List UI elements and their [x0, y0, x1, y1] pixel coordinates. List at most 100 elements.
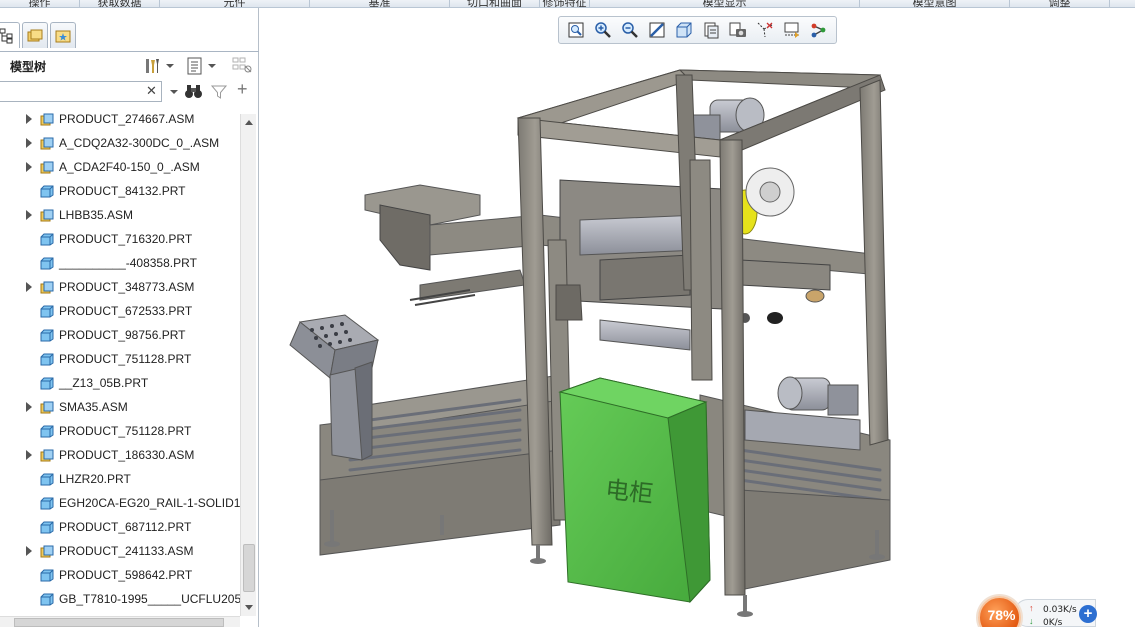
tree-item-label: PRODUCT_84132.PRT	[59, 184, 186, 198]
model-viewport[interactable]: 电柜	[260, 48, 1135, 627]
datum-display-button[interactable]	[778, 18, 805, 42]
refit-button[interactable]	[562, 18, 589, 42]
ribbon-group-component[interactable]: 元件	[160, 0, 310, 7]
tree-item[interactable]: PRODUCT_672533.PRT	[0, 299, 240, 323]
tree-item[interactable]: LHZR20.PRT	[0, 467, 240, 491]
chevron-down-icon[interactable]	[170, 90, 178, 94]
tree-item[interactable]: PRODUCT_598642.PRT	[0, 563, 240, 587]
tree-item[interactable]: PRODUCT_186330.ASM	[0, 443, 240, 467]
tree-item[interactable]: PRODUCT_751128.PRT	[0, 347, 240, 371]
tree-search-input[interactable]	[0, 81, 162, 102]
navigator-tabs	[0, 22, 259, 52]
add-icon[interactable]: +	[1079, 605, 1097, 623]
tree-search-row: ✕ +	[0, 79, 258, 103]
speed-gauge[interactable]: 78%	[978, 596, 1021, 627]
ribbon-group-model-display[interactable]: 模型显示	[590, 0, 860, 7]
expand-arrow-icon[interactable]	[26, 114, 32, 124]
tree-item[interactable]: GB_T7810-1995_____UCFLU205	[0, 587, 240, 611]
part-icon	[40, 185, 54, 197]
download-speed: 0K/s	[1043, 618, 1063, 627]
tree-settings-button[interactable]	[142, 56, 174, 76]
view-manager-button[interactable]	[724, 18, 751, 42]
tree-item[interactable]: __Z13_05B.PRT	[0, 371, 240, 395]
filter-icon[interactable]	[210, 83, 228, 101]
zoom-out-button[interactable]	[616, 18, 643, 42]
tree-item-label: GB_T7810-1995_____UCFLU205	[59, 592, 240, 606]
expand-arrow-icon[interactable]	[26, 162, 32, 172]
expand-arrow-icon[interactable]	[26, 402, 32, 412]
expand-arrow-icon[interactable]	[26, 546, 32, 556]
perspective-button[interactable]	[751, 18, 778, 42]
assembly-icon	[40, 401, 54, 413]
cabinet-label: 电柜	[604, 475, 655, 508]
tree-columns-icon	[232, 57, 252, 73]
part-icon	[40, 257, 54, 269]
saved-orientations-button[interactable]	[697, 18, 724, 42]
control-panel	[289, 314, 380, 461]
tree-item-label: __________-408358.PRT	[59, 256, 197, 270]
tree-vertical-scrollbar[interactable]	[240, 114, 256, 616]
repaint-icon	[649, 22, 664, 38]
tree-item[interactable]: A_CDQ2A32-300DC_0_.ASM	[0, 131, 240, 155]
ribbon-group-adjust[interactable]: 调整	[1010, 0, 1110, 7]
expand-arrow-icon[interactable]	[26, 282, 32, 292]
scroll-thumb[interactable]	[243, 544, 255, 592]
saved-orientations-icon	[704, 22, 718, 39]
hscroll-thumb[interactable]	[14, 618, 224, 627]
tree-item-label: A_CDQ2A32-300DC_0_.ASM	[59, 136, 220, 150]
tab-favorites[interactable]	[50, 22, 76, 48]
tree-item[interactable]: EGH20CA-EG20_RAIL-1-SOLID1	[0, 491, 240, 515]
part-icon	[40, 497, 54, 509]
tab-divider	[0, 51, 259, 52]
close-icon[interactable]: ✕	[146, 84, 157, 98]
ribbon-group-get-data[interactable]: 获取数据	[80, 0, 160, 7]
ribbon-group-operations[interactable]: 操作	[0, 0, 80, 7]
tree-item-label: PRODUCT_186330.ASM	[59, 448, 195, 462]
model-tree-list: PRODUCT_274667.ASM A_CDQ2A32-300DC_0_.ASM…	[0, 107, 240, 617]
datum-display-icon	[784, 22, 799, 38]
display-style-button[interactable]	[670, 18, 697, 42]
part-icon	[40, 593, 54, 605]
graphics-toolbar	[558, 16, 837, 44]
expand-arrow-icon[interactable]	[26, 450, 32, 460]
add-icon[interactable]: +	[237, 79, 248, 99]
assembly-icon	[40, 137, 54, 149]
tree-item[interactable]: PRODUCT_348773.ASM	[0, 275, 240, 299]
tree-item[interactable]: PRODUCT_716320.PRT	[0, 227, 240, 251]
upload-speed: 0.03K/s	[1043, 605, 1077, 615]
tree-item-label: PRODUCT_751128.PRT	[59, 424, 192, 438]
tree-item[interactable]: __________-408358.PRT	[0, 251, 240, 275]
tree-horizontal-scrollbar[interactable]	[0, 616, 240, 627]
navigator-panel: 模型树 ✕ + PRODUCT_274667.ASM A_CDQ2A32-300D…	[0, 8, 259, 627]
tree-item-label: LHBB35.ASM	[59, 208, 134, 222]
tree-item[interactable]: LHBB35.ASM	[0, 203, 240, 227]
tab-folder-browser[interactable]	[22, 22, 48, 48]
tree-item[interactable]: PRODUCT_84132.PRT	[0, 179, 240, 203]
tab-model-tree[interactable]	[0, 22, 20, 48]
scroll-down-icon[interactable]	[241, 600, 257, 616]
zoom-in-button[interactable]	[589, 18, 616, 42]
spin-center-button[interactable]	[805, 18, 832, 42]
view-manager-icon	[729, 22, 746, 37]
ribbon-group-datum[interactable]: 基准	[310, 0, 450, 7]
scroll-up-icon[interactable]	[241, 114, 257, 130]
tree-item[interactable]: PRODUCT_241133.ASM	[0, 539, 240, 563]
tree-item[interactable]: PRODUCT_751128.PRT	[0, 419, 240, 443]
tree-item[interactable]: PRODUCT_274667.ASM	[0, 107, 240, 131]
tools-icon	[146, 59, 159, 73]
find-binoculars-icon[interactable]	[184, 83, 204, 101]
tree-item[interactable]: SMA35.ASM	[0, 395, 240, 419]
tree-item[interactable]: A_CDA2F40-150_0_.ASM	[0, 155, 240, 179]
tree-filters-button[interactable]	[232, 56, 254, 76]
expand-arrow-icon[interactable]	[26, 138, 32, 148]
tree-item[interactable]: PRODUCT_98756.PRT	[0, 323, 240, 347]
tree-item[interactable]: PRODUCT_687112.PRT	[0, 515, 240, 539]
chevron-down-icon	[208, 64, 216, 68]
expand-arrow-icon[interactable]	[26, 210, 32, 220]
repaint-button[interactable]	[643, 18, 670, 42]
tree-show-button[interactable]	[186, 56, 216, 76]
ribbon-group-model-intent[interactable]: 模型意图	[860, 0, 1010, 7]
network-speed-widget[interactable]: ↑ 0.03K/s ↓ 0K/s 78% +	[978, 596, 1102, 627]
ribbon-group-cut-surface[interactable]: 切口和曲面	[450, 0, 540, 7]
ribbon-group-modifier[interactable]: 修饰特征	[540, 0, 590, 7]
